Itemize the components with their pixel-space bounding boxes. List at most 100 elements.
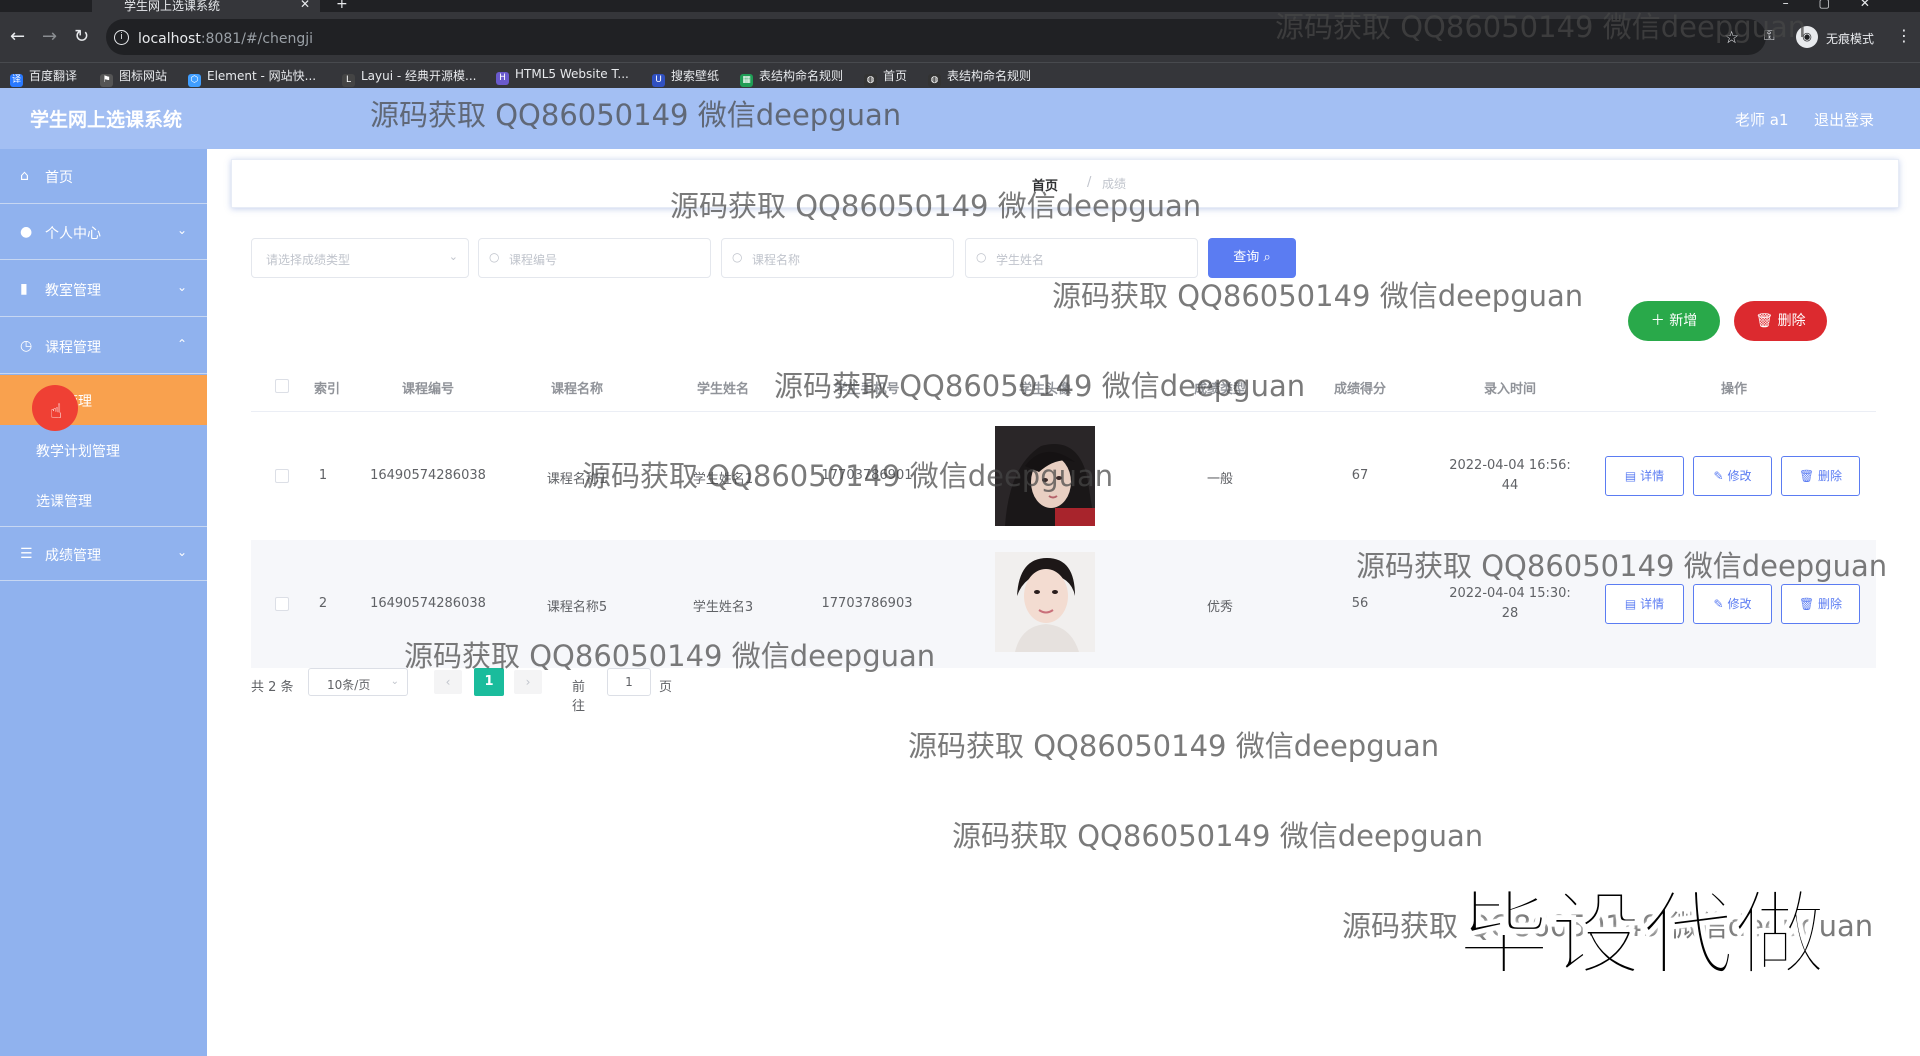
chevron-up-icon: ⌃ xyxy=(176,337,187,351)
table-row: 2 16490574286038 课程名称5 学生姓名3 17703786903… xyxy=(251,540,1876,668)
cell-time: 2022-04-04 15:30: xyxy=(1449,586,1571,601)
row-checkbox[interactable] xyxy=(275,597,289,611)
bookmark-item[interactable]: 译百度翻译 xyxy=(10,67,77,87)
sidebar-subitem-selection[interactable]: 选课管理 xyxy=(0,475,207,525)
trash-icon: 🗑 xyxy=(1755,313,1774,329)
edit-label: 修改 xyxy=(1727,597,1752,611)
home-icon: ⌂ xyxy=(20,168,29,184)
back-icon[interactable]: ← xyxy=(10,26,25,47)
breadcrumb-separator: / xyxy=(1087,175,1092,190)
wallpaper-icon: U xyxy=(652,74,665,87)
browser-tab-bar: 学生网上选课系统 ✕ + –▢✕ xyxy=(0,0,1920,13)
cell-student-name: 学生姓名3 xyxy=(692,600,754,615)
student-avatar xyxy=(995,552,1095,652)
goto-page-input[interactable]: 1 xyxy=(607,668,651,696)
sidebar-item-label: 个人中心 xyxy=(45,226,101,242)
url-text[interactable]: localhost:8081/#/chengji xyxy=(138,31,313,47)
chevron-down-icon: ⌄ xyxy=(390,676,399,687)
cell-score: 67 xyxy=(1351,468,1369,483)
grade-type-select[interactable]: 请选择成绩类型 ⌄ xyxy=(251,238,469,278)
sidebar-item-grades[interactable]: ☰ 成绩管理 ⌄ xyxy=(0,526,207,581)
sidebar-item-course[interactable]: ◷ 课程管理 ⌃ xyxy=(0,319,207,374)
prev-page-icon[interactable]: ‹ xyxy=(434,670,462,694)
bookmark-item[interactable]: ◍ 首页 xyxy=(864,67,907,87)
info-icon[interactable]: i xyxy=(114,30,129,45)
cell-time: 2022-04-04 16:56: xyxy=(1449,458,1571,473)
edit-icon: ✎ xyxy=(1713,597,1724,611)
course-no-input[interactable]: ○ 课程编号 xyxy=(478,238,711,278)
row-checkbox[interactable] xyxy=(275,469,289,483)
sidebar-item-classroom[interactable]: ▮ 教室管理 ⌄ xyxy=(0,262,207,317)
search-icon: ⌕ xyxy=(1263,250,1271,265)
bookmark-item[interactable]: ⚑ 图标网站 xyxy=(100,67,167,87)
student-name-input[interactable]: ○ 学生姓名 xyxy=(965,238,1198,278)
page-size-select[interactable]: 10条/页 ⌄ xyxy=(308,668,408,696)
breadcrumb-current: 成绩 xyxy=(1102,177,1127,191)
avatar-photo-2 xyxy=(995,552,1095,652)
window-controls[interactable]: –▢✕ xyxy=(1783,0,1900,10)
column-header: 课程名称 xyxy=(550,382,604,397)
detail-button[interactable]: ▤ 详情 xyxy=(1605,456,1684,496)
cell-index: 2 xyxy=(318,596,328,611)
sidebar-subitem-course-manage[interactable]: 课程管理 ☝ xyxy=(0,375,207,431)
search-icon: ○ xyxy=(489,250,500,264)
star-icon[interactable]: ☆ xyxy=(1724,28,1739,48)
key-icon[interactable]: ⚿ xyxy=(1764,28,1775,44)
incognito-icon[interactable]: ◉ xyxy=(1796,26,1818,48)
bookmark-item[interactable]: ⬡ Element - 网站快... xyxy=(188,67,316,87)
cell-student-name: 学生姓名1 xyxy=(692,472,754,487)
input-placeholder: 学生姓名 xyxy=(996,253,1045,267)
column-header: 学生头像 xyxy=(1018,382,1072,397)
menu-dots-icon[interactable]: ⋮ xyxy=(1896,26,1912,45)
sidebar-item-label: 成绩管理 xyxy=(45,548,101,564)
row-delete-button[interactable]: 🗑 删除 xyxy=(1781,456,1860,496)
sidebar-item-label: 课程管理 xyxy=(45,340,101,356)
bookmark-item[interactable]: U 搜索壁纸 xyxy=(652,67,719,87)
logout-link[interactable]: 退出登录 xyxy=(1814,109,1874,130)
app-header: 学生网上选课系统 老师 a1 退出登录 xyxy=(0,88,1920,149)
search-icon: ○ xyxy=(732,250,743,264)
doc-icon: ▤ xyxy=(1624,469,1637,483)
bookmark-item[interactable]: ◍ 表结构命名规则 xyxy=(928,67,1031,87)
edit-button[interactable]: ✎ 修改 xyxy=(1693,584,1772,624)
cell-course-no: 16490574286038 xyxy=(370,596,486,611)
cell-time: 44 xyxy=(1501,478,1519,493)
page-size-value: 10条/页 xyxy=(327,678,371,692)
add-button-label: 新增 xyxy=(1669,313,1698,329)
address-bar[interactable] xyxy=(106,19,1766,55)
cell-time: 28 xyxy=(1501,606,1519,621)
edit-button[interactable]: ✎ 修改 xyxy=(1693,456,1772,496)
sidebar-item-profile[interactable]: ● 个人中心 ⌄ xyxy=(0,205,207,260)
column-header: 成绩得分 xyxy=(1333,382,1387,397)
bookmark-item[interactable]: L Layui - 经典开源模... xyxy=(342,67,476,87)
next-page-icon[interactable]: › xyxy=(514,670,542,694)
delete-button[interactable]: 🗑 删除 xyxy=(1734,301,1827,341)
cell-grade-type: 优秀 xyxy=(1206,600,1234,615)
sidebar-item-label: 首页 xyxy=(45,170,73,186)
sidebar-subitem-teaching-plan[interactable]: 教学计划管理 xyxy=(0,425,207,475)
bookmark-item[interactable]: ▦ 表结构命名规则 xyxy=(740,67,843,87)
delete-label: 删除 xyxy=(1818,597,1843,611)
query-button[interactable]: 查询 ⌕ xyxy=(1208,238,1296,278)
column-header: 学生手机号 xyxy=(834,382,900,397)
bookmark-item[interactable]: H HTML5 Website T... xyxy=(496,67,629,85)
sidebar-item-home[interactable]: ⌂ 首页 xyxy=(0,149,207,204)
detail-label: 详情 xyxy=(1640,597,1665,611)
new-tab-icon[interactable]: + xyxy=(336,0,348,12)
row-delete-button[interactable]: 🗑 删除 xyxy=(1781,584,1860,624)
reload-icon[interactable]: ↻ xyxy=(74,26,89,47)
page-number-current[interactable]: 1 xyxy=(474,668,504,696)
breadcrumb-home[interactable]: 首页 xyxy=(1032,175,1058,194)
user-icon: ● xyxy=(20,224,33,240)
query-button-label: 查询 xyxy=(1233,250,1260,265)
detail-button[interactable]: ▤ 详情 xyxy=(1605,584,1684,624)
add-button[interactable]: ＋ 新增 xyxy=(1628,301,1720,341)
select-all-checkbox[interactable] xyxy=(275,379,289,393)
forward-icon[interactable]: → xyxy=(42,26,57,47)
db-icon: ☰ xyxy=(20,546,33,562)
avatar-photo-1 xyxy=(995,426,1095,526)
plus-icon: ＋ xyxy=(1650,313,1665,329)
course-name-input[interactable]: ○ 课程名称 xyxy=(721,238,954,278)
chevron-down-icon: ⌄ xyxy=(176,280,187,294)
tab-close-icon[interactable]: ✕ xyxy=(300,0,310,11)
